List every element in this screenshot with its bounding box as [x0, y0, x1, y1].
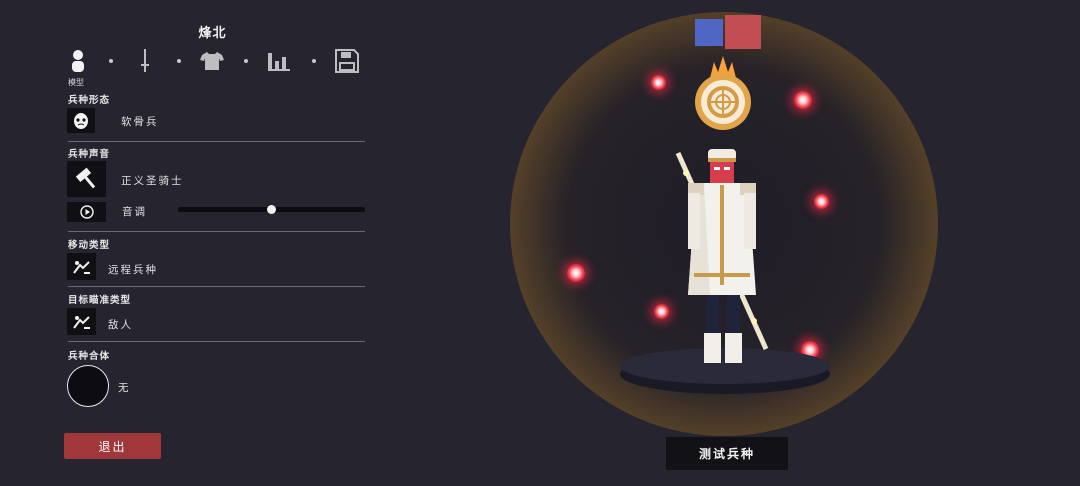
voice-section-label: 兵种声音 — [68, 149, 111, 160]
tab-separator-dot — [244, 59, 248, 63]
team-blue-swatch[interactable] — [695, 19, 723, 46]
tab-separator-dot — [312, 59, 316, 63]
red-orb — [651, 75, 666, 90]
merge-section-label: 兵种合体 — [68, 351, 111, 362]
sword-icon — [141, 49, 149, 72]
voice-selector[interactable] — [67, 161, 106, 197]
red-orb — [814, 194, 829, 209]
save-disk-icon — [335, 49, 359, 73]
voice-value: 正义圣骑士 — [121, 175, 184, 187]
divider — [68, 341, 365, 342]
form-value: 软骨兵 — [121, 116, 159, 128]
unit-name-title: 烽北 — [198, 26, 227, 41]
form-selector[interactable] — [67, 108, 95, 133]
tab-model-label: 模型 — [68, 78, 84, 87]
hammer-icon — [75, 167, 95, 189]
play-voice-button[interactable] — [67, 202, 106, 222]
tab-save[interactable] — [335, 48, 359, 74]
red-orb — [794, 91, 812, 109]
tab-model[interactable] — [66, 48, 90, 74]
merge-selector[interactable] — [67, 365, 109, 407]
form-section-label: 兵种形态 — [68, 95, 111, 106]
pitch-label: 音调 — [122, 206, 147, 218]
divider — [68, 231, 365, 232]
merge-value: 无 — [118, 382, 131, 394]
movement-selector[interactable] — [67, 253, 96, 280]
play-circle-icon — [79, 205, 94, 219]
test-unit-button[interactable]: 测试兵种 — [666, 437, 788, 470]
pitch-slider-handle[interactable] — [267, 205, 276, 214]
target-enemy-icon — [72, 315, 90, 329]
movement-value: 远程兵种 — [108, 264, 158, 276]
red-orb — [567, 264, 585, 282]
divider — [68, 286, 365, 287]
team-red-swatch[interactable] — [725, 15, 761, 49]
movement-section-label: 移动类型 — [68, 240, 111, 251]
exit-button[interactable]: 退出 — [64, 433, 161, 459]
tab-separator-dot — [177, 59, 181, 63]
tab-weapon[interactable] — [133, 48, 157, 74]
shirt-icon — [200, 52, 224, 70]
ranged-unit-icon — [72, 260, 90, 274]
stats-bars-icon — [268, 53, 290, 71]
tab-separator-dot — [109, 59, 113, 63]
mask-face-icon — [74, 112, 88, 129]
tab-stats[interactable] — [267, 48, 291, 74]
targeting-section-label: 目标瞄准类型 — [68, 295, 132, 306]
divider — [68, 141, 365, 142]
tab-clothing[interactable] — [200, 48, 224, 74]
targeting-selector[interactable] — [67, 308, 96, 335]
person-icon — [72, 50, 84, 72]
sun-halo-icon — [695, 56, 751, 130]
unit-model — [675, 149, 769, 363]
targeting-value: 敌人 — [108, 319, 133, 331]
